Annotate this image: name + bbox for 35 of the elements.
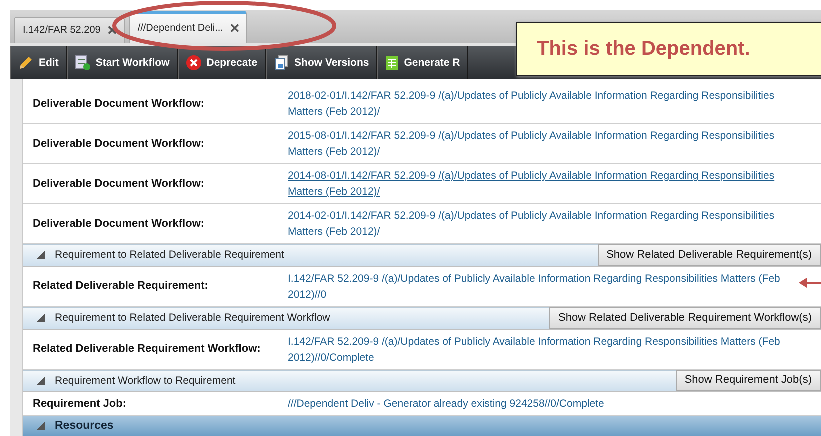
spreadsheet-icon (385, 54, 400, 70)
field-label: Deliverable Document Workflow: (32, 136, 206, 152)
show-button[interactable]: Show Related Deliverable Requirement Workflow(s) (549, 306, 821, 328)
field-label: Deliverable Document Workflow: (32, 96, 206, 112)
callout-text: This is the Dependent. (537, 38, 750, 60)
show-button[interactable]: Show Related Deliverable Requirement(s) (598, 244, 821, 266)
field-label: Related Deliverable Requirement: (32, 279, 210, 294)
show-button[interactable]: Show Requirement Job(s) (676, 370, 821, 392)
collapse-icon[interactable] (37, 376, 45, 385)
close-icon[interactable]: ✕ (229, 21, 240, 36)
collapse-icon[interactable] (37, 251, 45, 260)
section-title: Requirement Workflow to Requirement (55, 374, 236, 387)
value-link[interactable]: I.142/FAR 52.209-9 /(a)/Updates of Publicly Available Information Regarding Responsibilities Matters (Feb 2012)//0/Complete (288, 334, 821, 366)
tab-label: I.142/FAR 52.209 (23, 25, 101, 36)
value-link[interactable]: 2014-02-01/I.142/FAR 52.209-9 /(a)/Updates of Publicly Available Information Regarding Responsibilities Matters (Feb 2012)/ (288, 208, 821, 240)
tab-label: ///Dependent Deli... (138, 23, 224, 34)
collapse-icon[interactable] (37, 422, 45, 430)
value-link[interactable]: 2015-08-01/I.142/FAR 52.209-9 /(a)/Updates of Publicly Available Information Regarding Responsibilities Matters (Feb 2012)/ (288, 128, 821, 160)
section-title: Requirement to Related Deliverable Requirement Workflow (55, 312, 330, 324)
section-title: Resources (55, 420, 114, 432)
collapse-icon[interactable] (37, 314, 45, 322)
documents-icon (274, 54, 290, 70)
pencil-icon (18, 54, 34, 70)
value-link[interactable]: 2018-02-01/I.142/FAR 52.209-9 /(a)/Updates of Publicly Available Information Regarding Responsibilities Matters (Feb 2012)/ (288, 88, 821, 120)
section-title: Requirement to Related Deliverable Requirement (55, 249, 284, 262)
field-label: Related Deliverable Requirement Workflow: (32, 342, 262, 357)
checklist-icon (74, 54, 91, 70)
tab[interactable]: ///Dependent Deli... ✕ (128, 11, 248, 43)
field-label: Deliverable Document Workflow: (32, 176, 206, 192)
value-link[interactable]: I.142/FAR 52.209-9 /(a)/Updates of Publicly Available Information Regarding Responsibilities Matters (Feb 2012)//0 (288, 270, 821, 303)
field-label: Requirement Job: (32, 396, 128, 412)
field-label: Deliverable Document Workflow: (32, 216, 206, 232)
value-link[interactable]: ///Dependent Deliv - Generator already existing 924258//0/Complete (288, 396, 821, 412)
value-link[interactable]: 2014-08-01/I.142/FAR 52.209-9 /(a)/Updates of Publicly Available Information Regarding Responsibilities Matters (Feb 2012)/ (288, 168, 821, 200)
error-icon (186, 54, 202, 70)
